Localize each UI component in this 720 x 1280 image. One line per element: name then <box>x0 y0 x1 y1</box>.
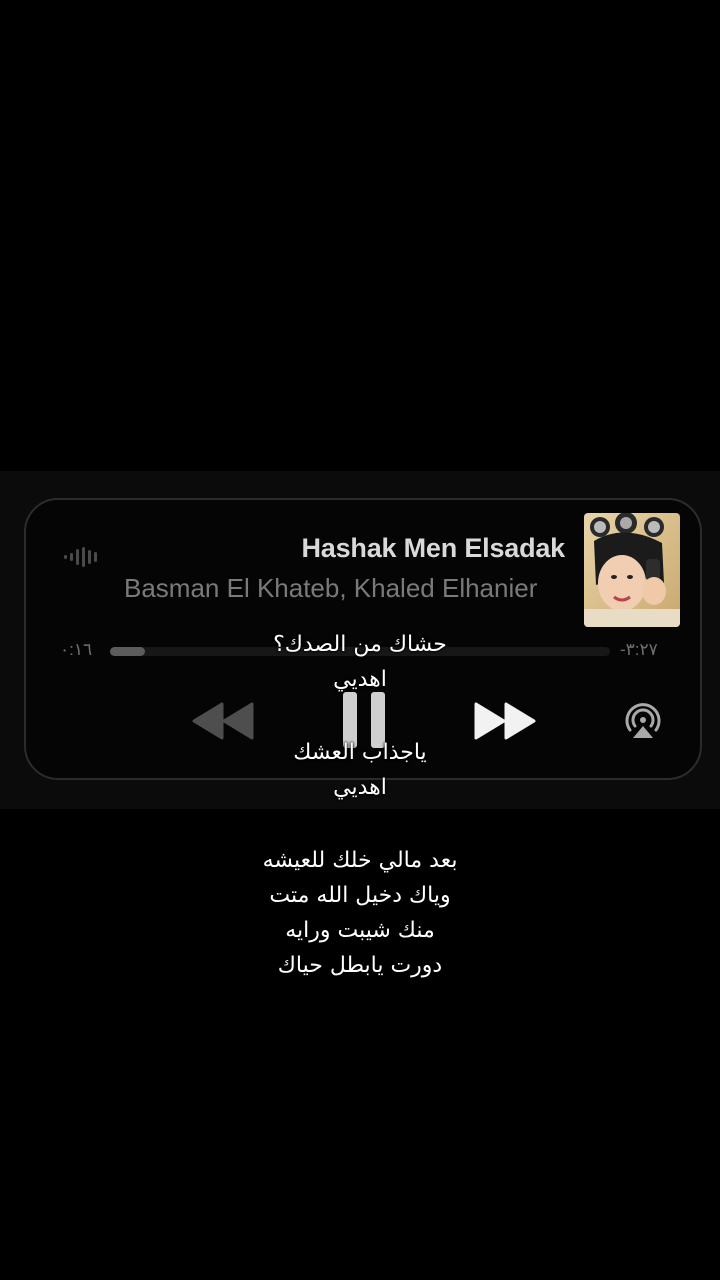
fast-forward-icon <box>474 702 536 740</box>
lyrics-block: بعد مالي خلك للعيشه وياك دخيل الله متت م… <box>0 843 720 983</box>
rewind-icon <box>192 702 254 740</box>
album-artwork[interactable] <box>584 513 680 627</box>
lyric-line: ياجذاب العشك <box>293 740 427 765</box>
lyric-line: اهديي <box>333 775 387 800</box>
lyric-line: وياك دخيل الله متت <box>269 883 451 908</box>
lyric-line: منك شيبت ورايه <box>285 918 435 943</box>
lyric-line: بعد مالي خلك للعيشه <box>262 848 458 873</box>
lyric-line: اهديي <box>333 667 387 692</box>
song-artist: Basman El Khateb, Khaled Elhanier <box>124 573 538 603</box>
lyrics-block: حشاك من الصدك؟ اهديي <box>0 627 720 697</box>
song-title: Hashak Men Elsadak <box>301 533 565 563</box>
lyric-line: دورت يابطل حياك <box>277 953 443 978</box>
waveform-icon <box>64 547 97 567</box>
lyric-line: حشاك من الصدك؟ <box>273 632 447 657</box>
lyrics-block: ياجذاب العشك اهديي <box>0 735 720 805</box>
